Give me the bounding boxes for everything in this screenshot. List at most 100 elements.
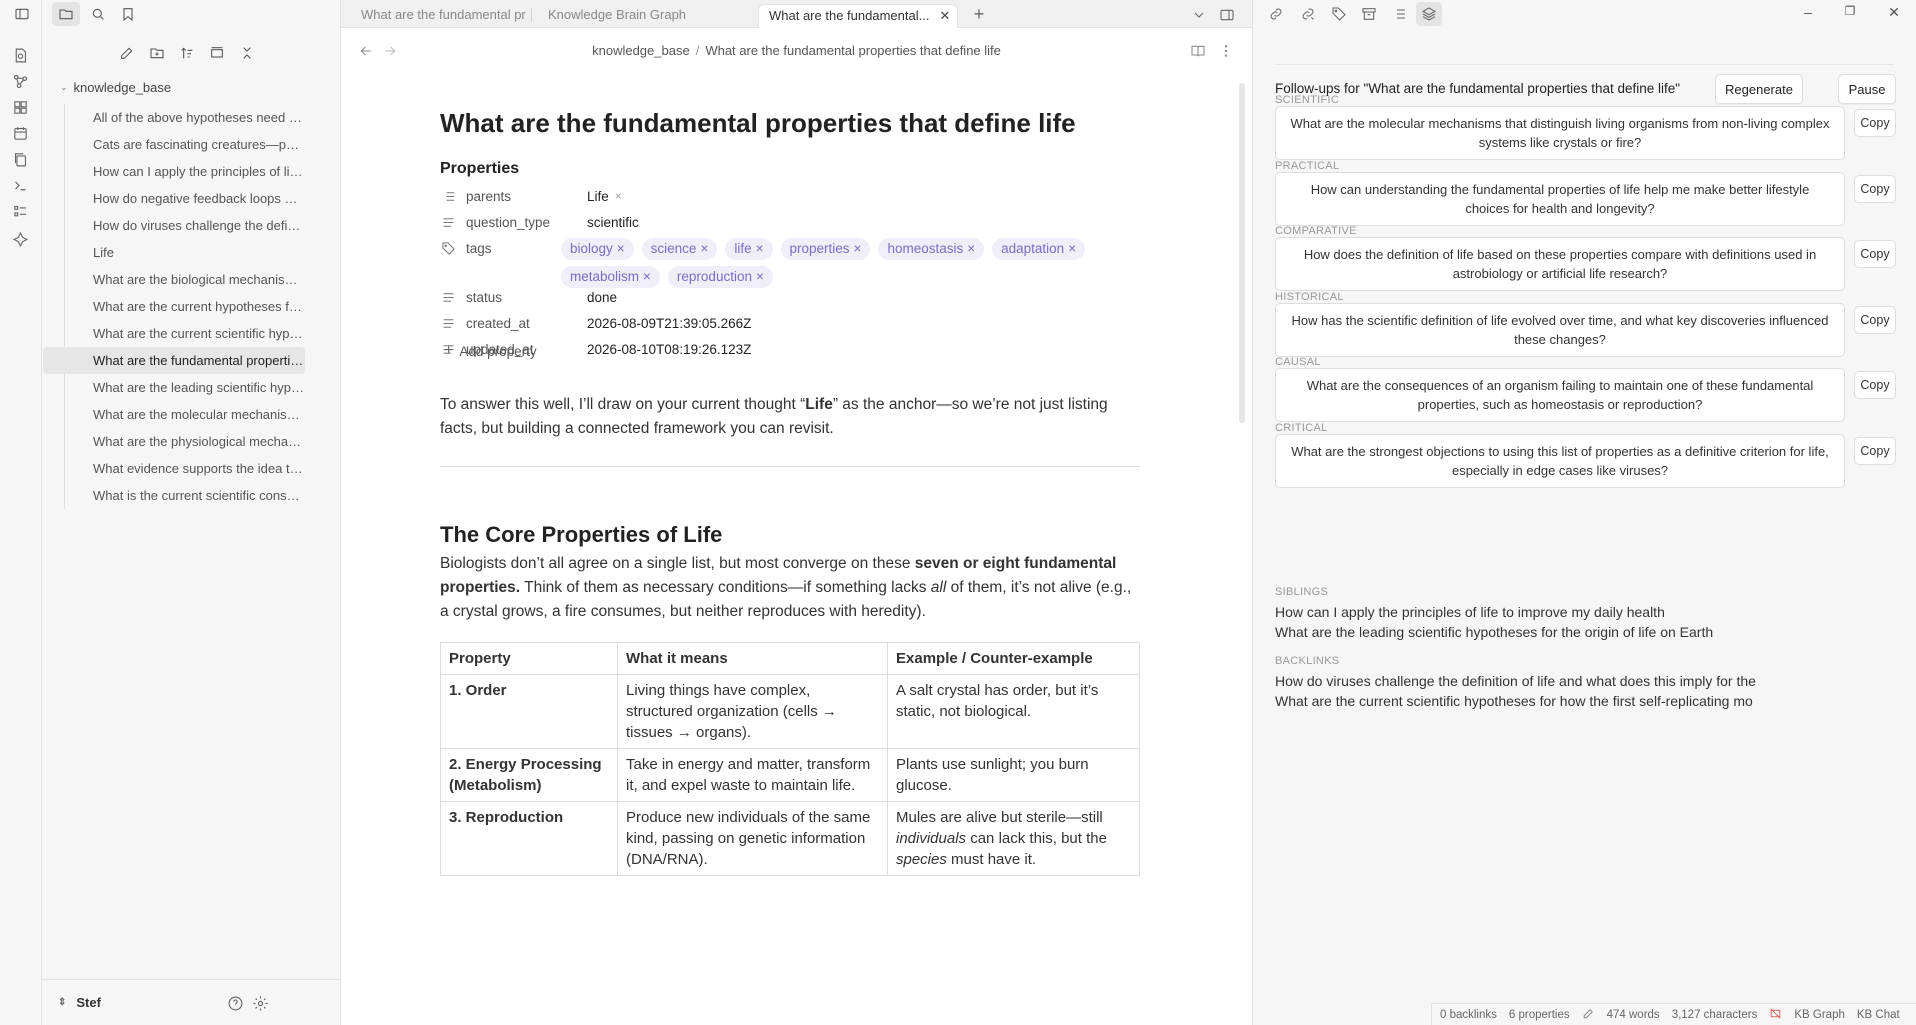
property-created-at[interactable]: created_at 2026-08-09T21:39:05.266Z (440, 310, 1140, 336)
minimize-window-icon[interactable]: – (1798, 4, 1818, 20)
note-title[interactable]: What are the fundamental properties that… (440, 108, 1076, 139)
followup-question[interactable]: What are the molecular mechanisms that d… (1275, 106, 1845, 160)
sibling-link[interactable]: What are the leading scientific hypothes… (1275, 624, 1845, 640)
tag-pill[interactable]: adaptation × (992, 238, 1086, 260)
remove-tag-icon[interactable]: × (1068, 241, 1076, 256)
followup-question[interactable]: What are the consequences of an organism… (1275, 368, 1845, 422)
new-note-icon[interactable] (116, 42, 138, 64)
followup-question[interactable]: How has the scientific definition of lif… (1275, 302, 1845, 357)
copy-button[interactable]: Copy (1854, 371, 1896, 399)
property-value[interactable]: done (587, 290, 617, 305)
edit-pencil-icon[interactable] (1582, 1007, 1595, 1023)
backlink-link[interactable]: How do viruses challenge the definition … (1275, 673, 1845, 689)
property-value[interactable]: scientific (587, 215, 639, 230)
parent-link[interactable]: Life (587, 189, 609, 204)
sibling-link[interactable]: How can I apply the principles of life t… (1275, 604, 1845, 620)
kb-graph-link[interactable]: KB Graph (1794, 1009, 1845, 1021)
archive-icon[interactable] (1356, 2, 1382, 26)
followup-question[interactable]: How does the definition of life based on… (1275, 237, 1845, 291)
graph-disabled-icon[interactable] (1769, 1007, 1782, 1023)
regenerate-button[interactable]: Regenerate (1715, 74, 1803, 104)
maximize-window-icon[interactable]: ❐ (1840, 4, 1860, 18)
knowledge-graph-plugin-icon[interactable] (9, 228, 31, 250)
file-item[interactable]: Cats are fascinating creatures—part c... (43, 131, 305, 158)
file-item[interactable]: Life (43, 239, 305, 266)
toggle-left-sidebar-icon[interactable] (8, 2, 36, 26)
add-property-button[interactable]: + Add property (444, 342, 537, 360)
tag-pill[interactable]: properties × (780, 238, 871, 260)
reading-view-book-icon[interactable] (1187, 40, 1209, 62)
new-folder-icon[interactable] (146, 42, 168, 64)
search-tab-icon[interactable] (84, 2, 112, 26)
remove-tag-icon[interactable]: × (756, 269, 764, 284)
file-item[interactable]: What are the current hypotheses for t... (43, 293, 305, 320)
remove-value-icon[interactable]: × (615, 189, 622, 203)
property-status[interactable]: status done (440, 284, 1140, 310)
copy-button[interactable]: Copy (1854, 109, 1896, 137)
templates-icon[interactable] (9, 148, 31, 170)
tag-pill[interactable]: life × (725, 238, 773, 260)
backlink-link[interactable]: What are the current scientific hypothes… (1275, 693, 1845, 709)
property-value[interactable]: Life × (587, 189, 622, 204)
help-icon[interactable] (224, 992, 246, 1014)
properties-heading[interactable]: Properties (440, 160, 519, 178)
pause-button[interactable]: Pause (1838, 74, 1896, 104)
list-checks-icon[interactable] (9, 200, 31, 222)
auto-reveal-icon[interactable] (206, 42, 228, 64)
property-value[interactable]: 2026-08-09T21:39:05.266Z (587, 316, 751, 331)
toggle-right-sidebar-icon[interactable] (1216, 4, 1238, 26)
copy-button[interactable]: Copy (1854, 174, 1896, 203)
remove-tag-icon[interactable]: × (967, 241, 975, 256)
tag-pill[interactable]: science × (641, 238, 718, 260)
kb-chat-link[interactable]: KB Chat (1857, 1009, 1900, 1021)
settings-gear-icon[interactable] (249, 992, 271, 1014)
tab-knowledge-brain-graph[interactable]: Knowledge Brain Graph (538, 4, 688, 28)
canvas-icon[interactable] (9, 96, 31, 118)
open-quick-switcher-icon[interactable] (9, 44, 31, 66)
more-options-icon[interactable] (1215, 40, 1237, 62)
property-value[interactable]: 2026-08-10T08:19:26.123Z (587, 342, 751, 357)
tag-pill[interactable]: biology × (561, 238, 634, 260)
tags-panel-icon[interactable] (1326, 2, 1352, 26)
backlinks-count[interactable]: 0 backlinks (1440, 1009, 1497, 1021)
bookmarks-tab-icon[interactable] (114, 2, 142, 26)
file-item[interactable]: All of the above hypotheses need a p... (43, 104, 305, 131)
copy-button[interactable]: Copy (1854, 305, 1896, 334)
file-item[interactable]: How do viruses challenge the definiti... (43, 212, 305, 239)
daily-note-calendar-icon[interactable] (9, 122, 31, 144)
tag-pill[interactable]: homeostasis × (878, 238, 985, 260)
remove-tag-icon[interactable]: × (643, 269, 651, 284)
file-item[interactable]: What are the leading scientific hypoth..… (43, 374, 305, 401)
file-item[interactable]: What is the current scientific consens..… (43, 482, 305, 509)
remove-tag-icon[interactable]: × (854, 241, 862, 256)
file-item[interactable]: What evidence supports the idea that... (43, 455, 305, 482)
outline-list-icon[interactable] (1386, 2, 1412, 26)
tab-list-chevron-down-icon[interactable] (1188, 4, 1210, 26)
remove-tag-icon[interactable]: × (700, 241, 708, 256)
copy-button[interactable]: Copy (1854, 436, 1896, 465)
terminal-icon[interactable] (9, 174, 31, 196)
breadcrumb-folder[interactable]: knowledge_base (592, 43, 690, 58)
tab-fundamental-properties-1[interactable]: What are the fundamental pro... (351, 4, 526, 28)
close-tab-icon[interactable]: ✕ (939, 8, 950, 23)
note-scrollbar[interactable] (1239, 83, 1245, 423)
properties-count[interactable]: 6 properties (1509, 1009, 1570, 1021)
property-parents[interactable]: parents Life × (440, 183, 1140, 209)
new-tab-plus-icon[interactable]: + (967, 2, 991, 26)
property-updated-at[interactable]: updated_at 2026-08-10T08:19:26.123Z (440, 336, 1140, 362)
file-item[interactable]: What are the biological mechanisms t... (43, 266, 305, 293)
file-item[interactable]: How do negative feedback loops mai... (43, 185, 305, 212)
files-tab-folder-icon[interactable] (52, 2, 80, 26)
followups-layers-icon[interactable] (1416, 2, 1442, 26)
graph-view-icon[interactable] (9, 70, 31, 92)
file-item[interactable]: What are the molecular mechanisms ... (43, 401, 305, 428)
backlinks-icon[interactable] (1295, 2, 1321, 26)
file-item[interactable]: What are the fundamental properties ... (43, 347, 305, 374)
sort-order-icon[interactable] (176, 42, 198, 64)
copy-button[interactable]: Copy (1854, 240, 1896, 268)
followup-question[interactable]: What are the strongest objections to usi… (1275, 433, 1845, 488)
file-item[interactable]: What are the current scientific hypoth..… (43, 320, 305, 347)
outgoing-links-icon[interactable] (1263, 2, 1289, 26)
remove-tag-icon[interactable]: × (617, 241, 625, 256)
property-question-type[interactable]: question_type scientific (440, 209, 1140, 235)
